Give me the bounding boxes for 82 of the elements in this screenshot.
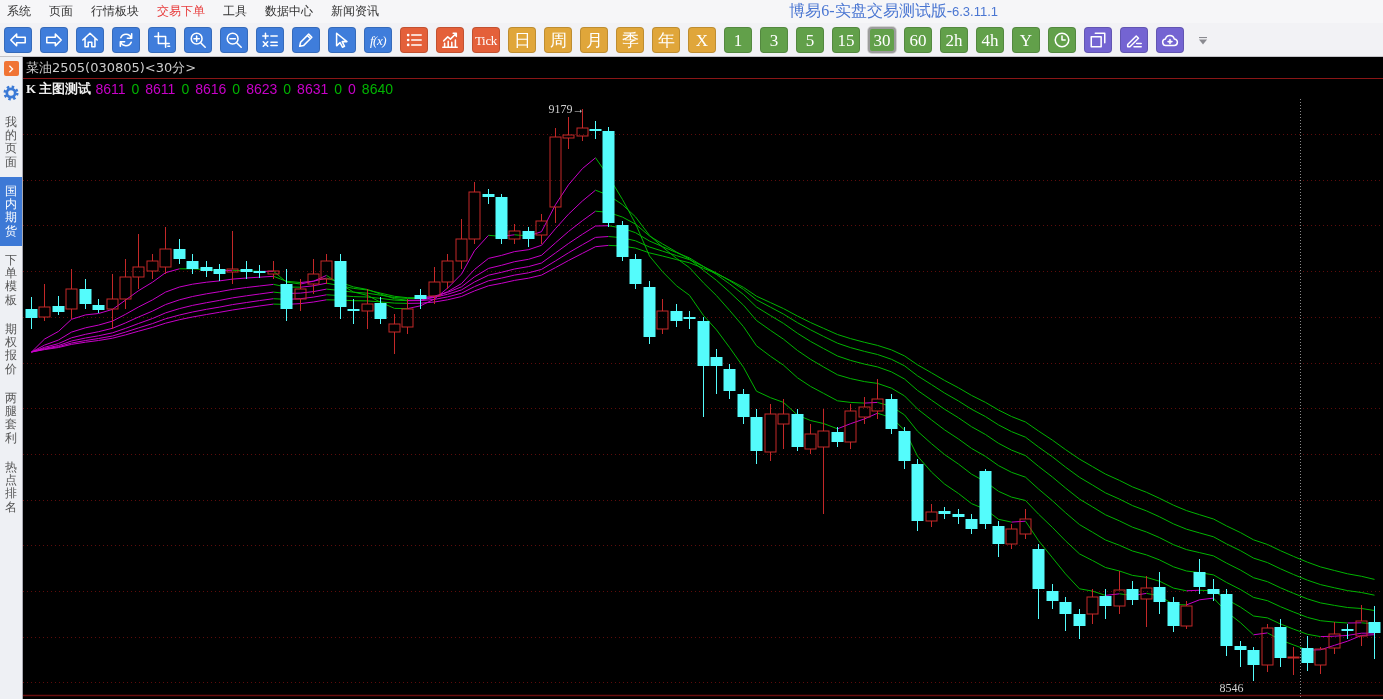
- indicator-value: 8631: [297, 81, 329, 97]
- price-label: 9179→: [548, 102, 585, 116]
- arrow-right-icon: [45, 31, 63, 49]
- menu-item[interactable]: 交易下单: [157, 3, 205, 20]
- menu-item[interactable]: 新闻资讯: [331, 3, 379, 20]
- chevron-right-icon: [7, 64, 15, 73]
- period-button[interactable]: 15: [832, 27, 860, 53]
- sidebar-tab[interactable]: 下单模板: [0, 246, 22, 315]
- period-button[interactable]: X: [688, 27, 716, 53]
- settings-icon[interactable]: [3, 85, 19, 101]
- refresh-icon: [117, 31, 135, 49]
- sidebar-tab[interactable]: 两腿套利: [0, 384, 22, 453]
- window-title: 博易6-实盘交易测试版-: [789, 1, 952, 21]
- period-button[interactable]: 3: [760, 27, 788, 53]
- pen-button[interactable]: [1120, 27, 1148, 53]
- calculator-icon: [261, 31, 279, 49]
- menu-item[interactable]: 数据中心: [265, 3, 313, 20]
- arrow-left-icon: [9, 31, 27, 49]
- expand-button[interactable]: [3, 61, 19, 76]
- indicator-value: 0: [181, 81, 190, 97]
- period-button[interactable]: 1: [724, 27, 752, 53]
- symbol-title: 菜油2505(030805)<30分>: [26, 58, 197, 77]
- windows-button[interactable]: [1084, 27, 1112, 53]
- period-button[interactable]: 60: [904, 27, 932, 53]
- price-label: 8546: [1219, 681, 1244, 695]
- crop-button[interactable]: [148, 27, 176, 53]
- indicator-value: 0: [283, 81, 292, 97]
- cursor-button[interactable]: [328, 27, 356, 53]
- menu-item[interactable]: 工具: [223, 3, 247, 20]
- home-icon: [81, 31, 99, 49]
- cloud-add-button[interactable]: [1156, 27, 1184, 53]
- zoom-in-button[interactable]: [184, 27, 212, 53]
- sidebar-tab[interactable]: 国内期货: [0, 177, 22, 246]
- forward-button[interactable]: [40, 27, 68, 53]
- clock-button[interactable]: [1048, 27, 1076, 53]
- stacked-windows-icon: [1089, 31, 1107, 49]
- period-button[interactable]: 2h: [940, 27, 968, 53]
- zoom-in-icon: [189, 31, 207, 49]
- period-button[interactable]: 日: [508, 27, 536, 53]
- period-button[interactable]: Y: [1012, 27, 1040, 53]
- indicator-value: 0: [131, 81, 140, 97]
- indicator-value: 0: [348, 81, 356, 97]
- pencil-icon: [297, 31, 315, 49]
- period-button[interactable]: Tick: [472, 27, 500, 53]
- period-button[interactable]: 30: [868, 27, 896, 53]
- menu-item[interactable]: 行情板块: [91, 3, 139, 20]
- trend-chart-button[interactable]: [436, 27, 464, 53]
- clock-icon: [1053, 31, 1071, 49]
- period-button[interactable]: 4h: [976, 27, 1004, 53]
- home-button[interactable]: [76, 27, 104, 53]
- zoom-out-button[interactable]: [220, 27, 248, 53]
- indicator-value: 0: [334, 81, 343, 97]
- sidebar-tab[interactable]: 我的页面: [0, 108, 22, 177]
- zoom-out-icon: [225, 31, 243, 49]
- period-button[interactable]: 月: [580, 27, 608, 53]
- cursor-icon: [333, 31, 351, 49]
- calculator-button[interactable]: [256, 27, 284, 53]
- dropdown-icon[interactable]: [1198, 37, 1208, 45]
- back-button[interactable]: [4, 27, 32, 53]
- indicator-value: 8611: [95, 81, 126, 97]
- indicator-value: 8623: [246, 81, 278, 97]
- version-label: 6.3.11.1: [951, 4, 998, 19]
- refresh-button[interactable]: [112, 27, 140, 53]
- function-button[interactable]: f(x): [364, 27, 392, 53]
- pencil-button[interactable]: [292, 27, 320, 53]
- menu-item[interactable]: 系统: [7, 3, 31, 20]
- period-button[interactable]: 季: [616, 27, 644, 53]
- indicator-value: 0: [232, 81, 241, 97]
- trend-chart-icon: [441, 31, 459, 49]
- indicator-value: 8616: [195, 81, 227, 97]
- indicator-value: 8640: [361, 81, 393, 97]
- indicator-value: 8611: [145, 81, 176, 97]
- indicator-name: K 主图测试: [26, 80, 92, 98]
- list-button[interactable]: [400, 27, 428, 53]
- crop-icon: [153, 31, 171, 49]
- list-icon: [405, 31, 423, 49]
- sidebar-tab[interactable]: 热点排名: [0, 453, 22, 522]
- period-button[interactable]: 年: [652, 27, 680, 53]
- menu-item[interactable]: 页面: [49, 3, 73, 20]
- sidebar-tab[interactable]: 期权报价: [0, 315, 22, 384]
- period-button[interactable]: 周: [544, 27, 572, 53]
- period-button[interactable]: 5: [796, 27, 824, 53]
